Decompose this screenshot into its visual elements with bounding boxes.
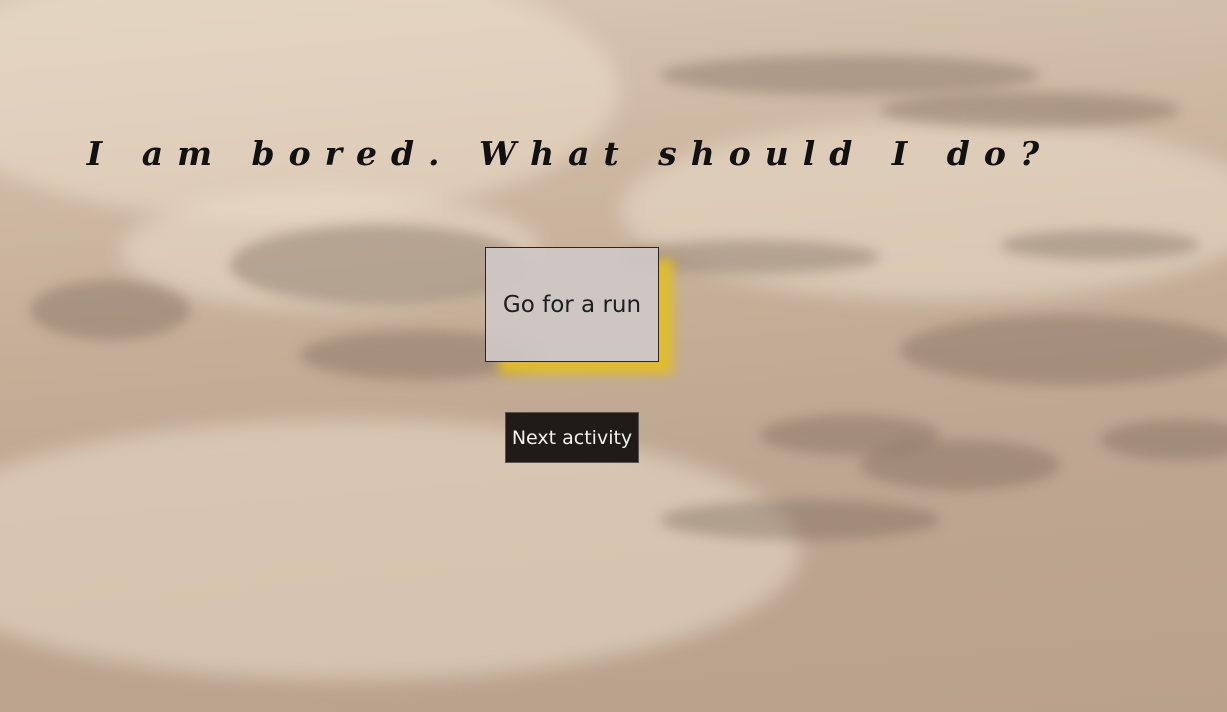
activity-card: Go for a run — [485, 247, 659, 362]
activity-text: Go for a run — [502, 291, 642, 318]
page-title: I am bored. What should I do? — [86, 134, 1054, 173]
next-activity-button[interactable]: Next activity — [505, 412, 639, 463]
page-background: I am bored. What should I do? Go for a r… — [0, 0, 1227, 712]
